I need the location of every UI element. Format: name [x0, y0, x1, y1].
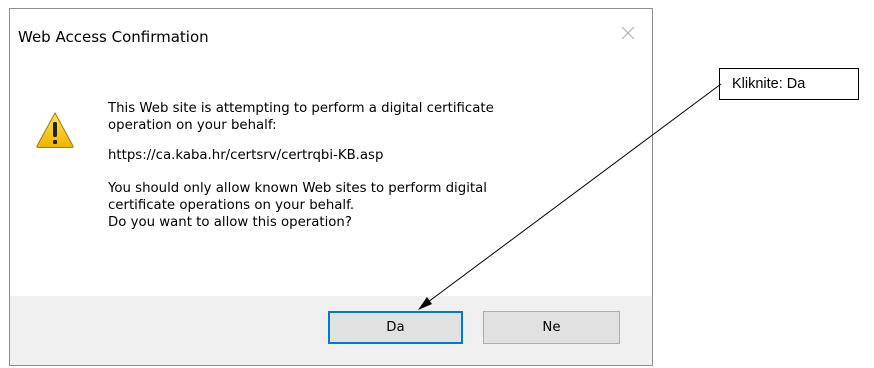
close-icon[interactable] — [618, 23, 638, 43]
message-line: This Web site is attempting to perform a… — [108, 101, 494, 116]
yes-button[interactable]: Da — [328, 311, 463, 344]
message-line: certificate operations on your behalf. — [108, 198, 355, 213]
dialog-titlebar: Web Access Confirmation — [10, 9, 652, 59]
web-access-confirmation-dialog: Web Access Confirmation This Web site is… — [9, 8, 653, 366]
dialog-button-bar: Da Ne — [10, 296, 652, 365]
message-line: You should only allow known Web sites to… — [108, 181, 487, 196]
dialog-message: This Web site is attempting to perform a… — [108, 100, 648, 231]
no-button[interactable]: Ne — [483, 311, 620, 344]
screenshot-stage: Web Access Confirmation This Web site is… — [0, 0, 874, 368]
message-line: operation on your behalf: — [108, 118, 277, 133]
warning-icon — [35, 111, 75, 149]
dialog-body: This Web site is attempting to perform a… — [10, 59, 652, 296]
instruction-callout: Kliknite: Da — [719, 68, 859, 100]
dialog-title: Web Access Confirmation — [18, 28, 209, 46]
site-url: https://ca.kaba.hr/certsrv/certrqbi-KB.a… — [108, 148, 384, 163]
message-line: Do you want to allow this operation? — [108, 215, 352, 230]
